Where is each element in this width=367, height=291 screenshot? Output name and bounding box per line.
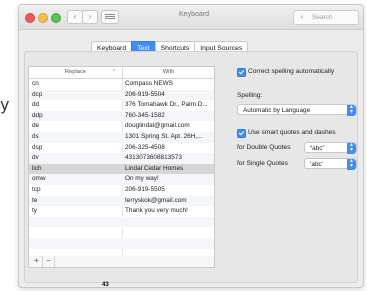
smart-quotes-label: Use smart quotes and dashes: [248, 129, 336, 136]
margin-character: y: [0, 95, 10, 114]
with-cell[interactable]: 760-345-1582: [125, 111, 213, 122]
replace-cell[interactable]: tcp: [32, 185, 118, 196]
single-quotes-select[interactable]: ‘abc’ ▲ ▼: [304, 158, 357, 170]
double-quotes-select[interactable]: “abc” ▲ ▼: [304, 142, 357, 154]
back-button[interactable]: ‹: [67, 10, 83, 24]
title-bar: ‹ › Keyboard ⌕ Search: [19, 5, 363, 30]
search-icon: ⌕: [300, 14, 304, 21]
replace-cell[interactable]: lich: [32, 164, 118, 175]
page-number: 43: [102, 282, 109, 288]
with-cell[interactable]: Compass NEWS: [125, 79, 213, 90]
close-window-button[interactable]: [25, 13, 35, 23]
with-cell[interactable]: 206-919-5505: [125, 185, 213, 196]
with-cell[interactable]: douglindal@gmail.com: [125, 121, 213, 132]
spelling-select-chevron-icon: ▲ ▼: [347, 105, 356, 116]
table-row[interactable]: [29, 237, 214, 249]
double-quotes-value: “abc”: [310, 145, 325, 152]
replace-cell[interactable]: ddp: [32, 111, 118, 122]
zoom-window-button[interactable]: [51, 13, 61, 23]
table-row[interactable]: dd 376 Tomahawk Dr., Palm D...: [29, 100, 214, 111]
table-row[interactable]: ty Thank you very much!: [29, 206, 214, 217]
table-row[interactable]: omw On my way!: [29, 174, 214, 185]
replace-cell[interactable]: te: [32, 196, 118, 207]
column-header-replace[interactable]: Replace: [29, 67, 123, 78]
table-row[interactable]: lich Lindal Cedar Homes: [29, 163, 214, 175]
replace-cell[interactable]: dd: [32, 100, 118, 111]
sort-ascending-icon: ^: [113, 69, 116, 75]
with-cell[interactable]: On my way!: [125, 174, 213, 185]
single-quotes-value: ‘abc’: [310, 161, 324, 168]
replace-cell[interactable]: cn: [32, 79, 118, 90]
replace-cell[interactable]: dsp: [32, 143, 118, 154]
spelling-language-value: Automatic by Language: [243, 107, 311, 114]
double-quotes-label: for Double Quotes: [237, 144, 291, 151]
table-footer: + −: [28, 256, 215, 268]
replace-cell[interactable]: ds: [32, 132, 118, 143]
table-row[interactable]: ddp 760-345-1582: [29, 110, 214, 122]
replace-cell[interactable]: de: [32, 121, 118, 132]
table-rows: cn Compass NEWS dcp 206-919-5504 dd 376 Tomah…: [29, 79, 214, 249]
window-title: Keyboard: [179, 11, 209, 18]
correct-spelling-label: Correct spelling automatically: [248, 68, 335, 75]
table-row[interactable]: [29, 216, 214, 228]
search-placeholder: Search: [312, 14, 333, 21]
double-quotes-chevron-icon: ▲ ▼: [347, 143, 356, 154]
table-row[interactable]: ds 1301 Spring St. Apt. 26H,...: [29, 131, 214, 143]
show-all-grid-button[interactable]: [101, 10, 119, 24]
table-row[interactable]: de douglindal@gmail.com: [29, 121, 214, 132]
minimize-window-button[interactable]: [38, 13, 48, 23]
replace-cell[interactable]: dv: [32, 153, 118, 164]
with-cell[interactable]: 206-325-4508: [125, 143, 213, 154]
replace-cell[interactable]: dcp: [32, 90, 118, 101]
table-row[interactable]: te terryskok@gmail.com: [29, 195, 214, 207]
with-cell[interactable]: Thank you very much!: [125, 206, 213, 217]
table-row[interactable]: dv 4313073608813573: [29, 153, 214, 164]
with-cell[interactable]: Lindal Cedar Homes: [125, 164, 213, 175]
with-cell[interactable]: 206-919-5504: [125, 90, 213, 101]
with-cell[interactable]: 1301 Spring St. Apt. 26H,...: [125, 132, 213, 143]
single-quotes-label: for Single Quotes: [237, 160, 288, 167]
forward-button[interactable]: ›: [82, 10, 98, 24]
single-quotes-chevron-icon: ▲ ▼: [347, 159, 356, 170]
table-header: Replace ^ With: [29, 67, 214, 79]
search-field[interactable]: ⌕ Search: [293, 10, 359, 25]
keyboard-preferences-window: ‹ › Keyboard ⌕ Search Keyboard Text Shor…: [18, 4, 364, 288]
table-row[interactable]: dsp 206-325-4508: [29, 143, 214, 154]
column-header-with[interactable]: With: [123, 67, 214, 78]
remove-replacement-button[interactable]: −: [43, 256, 55, 267]
spelling-language-select[interactable]: Automatic by Language ▲ ▼: [237, 104, 357, 116]
table-row[interactable]: [29, 227, 214, 238]
add-replacement-button[interactable]: +: [31, 256, 43, 267]
table-row[interactable]: tcp 206-919-5505: [29, 185, 214, 196]
text-replacement-table[interactable]: Replace ^ With cn Compass NEWS dcp 206-919-…: [28, 66, 215, 258]
smart-quotes-checkbox[interactable]: [237, 129, 246, 138]
with-cell[interactable]: 4313073608813573: [125, 153, 213, 164]
replace-cell[interactable]: omw: [32, 174, 118, 185]
with-cell[interactable]: terryskok@gmail.com: [125, 196, 213, 207]
correct-spelling-checkbox[interactable]: [237, 68, 246, 77]
table-row[interactable]: cn Compass NEWS: [29, 79, 214, 90]
table-row[interactable]: dcp 206-919-5504: [29, 89, 214, 101]
with-cell[interactable]: 376 Tomahawk Dr., Palm D...: [125, 100, 213, 111]
replace-cell[interactable]: ty: [32, 206, 118, 217]
spelling-label: Spelling:: [237, 92, 263, 99]
